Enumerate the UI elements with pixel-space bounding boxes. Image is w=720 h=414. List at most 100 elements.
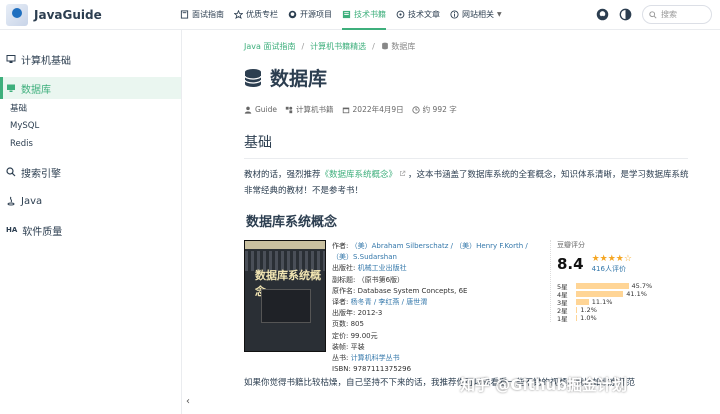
- nav-label: 开源项目: [300, 10, 332, 19]
- rating-dist-bar: [576, 307, 578, 313]
- book-info-key: 副标题:: [332, 275, 358, 284]
- ha-icon: HA: [6, 226, 18, 234]
- rating-dist-bar: [576, 291, 624, 297]
- sidebar-item-mysql[interactable]: MySQL: [0, 117, 181, 135]
- meta-author[interactable]: Guide: [244, 105, 277, 114]
- chevron-down-icon: ▼: [497, 11, 502, 18]
- breadcrumb-current-label: 数据库: [391, 42, 416, 51]
- sidebar-item-basics[interactable]: 基础: [0, 99, 181, 117]
- meta-category-text: 计算机书籍: [296, 105, 334, 114]
- book-info-row: 出版社: 机械工业出版社: [332, 263, 542, 274]
- nav-item-interview[interactable]: 面试指南: [180, 0, 224, 30]
- rating-dist-pct: 45.7%: [631, 282, 653, 290]
- sidebar-group-database[interactable]: 数据库: [0, 77, 181, 99]
- nav-label: 技术文章: [408, 10, 440, 19]
- rating-score: 8.4: [557, 255, 584, 273]
- sidebar-group-software-quality[interactable]: HA 软件质量: [0, 219, 181, 241]
- search-icon: [649, 10, 657, 19]
- rating-dist-row: 4星 41.1%: [557, 290, 690, 299]
- search-icon: [6, 167, 16, 177]
- sidebar-group-java[interactable]: Java: [0, 190, 181, 212]
- github-repo-icon[interactable]: [596, 8, 609, 21]
- book-info-value: 2012-3: [357, 309, 383, 318]
- nav-links: 面试指南 优质专栏 开源项目 技术书籍 技术文章 网站相关 ▼: [180, 0, 502, 30]
- book-info-key: 译者:: [332, 298, 351, 307]
- book-info-key: 出版社:: [332, 264, 358, 273]
- database-icon: [381, 42, 388, 50]
- douban-rating: 豆瓣评分 8.4 ★★★★☆ 416人评价 5星 45.7% 4星 41.1% 3星 11…: [550, 240, 690, 323]
- database-icon: [244, 68, 262, 87]
- breadcrumb-current: 数据库: [381, 41, 416, 52]
- nav-item-books[interactable]: 技术书籍: [342, 0, 386, 30]
- nav-label: 技术书籍: [354, 10, 386, 19]
- book-info-value[interactable]: 计算机科学丛书: [351, 354, 400, 362]
- book-info-value[interactable]: 杨冬青 / 李红燕 / 唐世渭: [351, 298, 428, 306]
- meta-author-text: Guide: [255, 105, 278, 114]
- book-info-value: （原书第6版）: [357, 275, 405, 284]
- info-icon: [450, 10, 459, 19]
- book-info-value[interactable]: 机械工业出版社: [358, 264, 407, 272]
- nav-item-site[interactable]: 网站相关 ▼: [450, 0, 502, 30]
- book-info-key: 出版年:: [332, 309, 358, 318]
- computer-icon: [6, 55, 16, 63]
- book-icon: [180, 10, 189, 19]
- brand[interactable]: JavaGuide: [0, 3, 180, 26]
- sidebar-group-label: 软件质量: [22, 226, 63, 238]
- nav-label: 面试指南: [192, 10, 224, 19]
- book-info-row: 装帧: 平装: [332, 342, 542, 353]
- cover-figure: [261, 289, 311, 323]
- rating-label: 豆瓣评分: [557, 241, 585, 249]
- section-heading: 基础: [244, 132, 688, 159]
- navbar: JavaGuide 面试指南 优质专栏 开源项目 技术书籍 技术文章 网站相关 …: [0, 0, 720, 30]
- sidebar-group-label: Java: [21, 195, 43, 207]
- calendar-icon: [342, 107, 349, 113]
- rating-dist-star: 1星: [557, 315, 568, 323]
- sidebar-group-label: 搜索引擎: [21, 168, 61, 180]
- book-info-key: ISBN:: [332, 365, 354, 374]
- book-info-row: 原作名: Database System Concepts, 6E: [332, 286, 542, 297]
- theme-toggle-icon[interactable]: [619, 8, 632, 21]
- nav-item-columns[interactable]: 优质专栏: [234, 0, 278, 30]
- external-link-icon: [400, 170, 406, 176]
- sidebar-group-search-engine[interactable]: 搜索引擎: [0, 161, 181, 183]
- monitor-icon: [7, 84, 15, 92]
- breadcrumb-java-guide[interactable]: Java 面试指南: [244, 41, 295, 52]
- article-icon: [396, 10, 405, 19]
- page-meta: Guide 计算机书籍 2022年4月9日 约 992 字: [244, 104, 720, 115]
- category-icon: [285, 106, 293, 113]
- breadcrumb-cs-books[interactable]: 计算机书籍精选: [310, 41, 366, 52]
- book-open-icon: [342, 10, 351, 19]
- rating-dist-row: 3星 11.1%: [557, 298, 690, 307]
- meta-reading: 约 992 字: [412, 104, 457, 115]
- book-info-key: 丛书:: [332, 354, 351, 363]
- book-cover[interactable]: 数据库系统概念: [244, 240, 326, 352]
- book-info-key: 页数:: [332, 320, 351, 329]
- rating-dist-bar: [576, 299, 589, 305]
- nav-item-articles[interactable]: 技术文章: [396, 0, 440, 30]
- subsection-heading: 数据库系统概念: [246, 215, 338, 230]
- rating-dist-row: 2星 1.2%: [557, 306, 690, 315]
- book-link[interactable]: 《数据库系统概念》: [321, 170, 398, 180]
- star-icon: [234, 10, 243, 19]
- meta-category[interactable]: 计算机书籍: [285, 104, 334, 115]
- book-info-key: 作者:: [332, 242, 351, 250]
- sidebar-group-cs-basics[interactable]: 计算机基础: [0, 48, 181, 70]
- watermark: 知乎 @Github掘金计划: [460, 376, 627, 394]
- book-info-row: 作者: （美）Abraham Silberschatz / （美）Henry F…: [332, 241, 542, 263]
- rating-count[interactable]: 416人评价: [592, 264, 632, 274]
- rating-dist-pct: 11.1%: [591, 298, 613, 306]
- java-icon: [7, 196, 15, 206]
- book-info-key: 装帧:: [332, 342, 351, 351]
- main-content: Java 面试指南 / 计算机书籍精选 / 数据库 数据库 Guide 计算机书…: [182, 30, 720, 414]
- sidebar-item-redis[interactable]: Redis: [0, 135, 181, 153]
- github-icon: [288, 10, 297, 19]
- nav-item-opensource[interactable]: 开源项目: [288, 0, 332, 30]
- book-info-value: Database System Concepts, 6E: [357, 286, 468, 295]
- book-info: 作者: （美）Abraham Silberschatz / （美）Henry F…: [332, 241, 542, 375]
- rating-score-row: 8.4 ★★★★☆ 416人评价: [557, 254, 690, 274]
- rating-dist-bar: [576, 283, 629, 289]
- book-info-value[interactable]: （美）Abraham Silberschatz / （美）Henry F.Kor…: [332, 242, 528, 261]
- nav-label: 优质专栏: [246, 10, 278, 19]
- search-box[interactable]: 搜索: [642, 5, 712, 24]
- book-info-key: 定价:: [332, 331, 351, 340]
